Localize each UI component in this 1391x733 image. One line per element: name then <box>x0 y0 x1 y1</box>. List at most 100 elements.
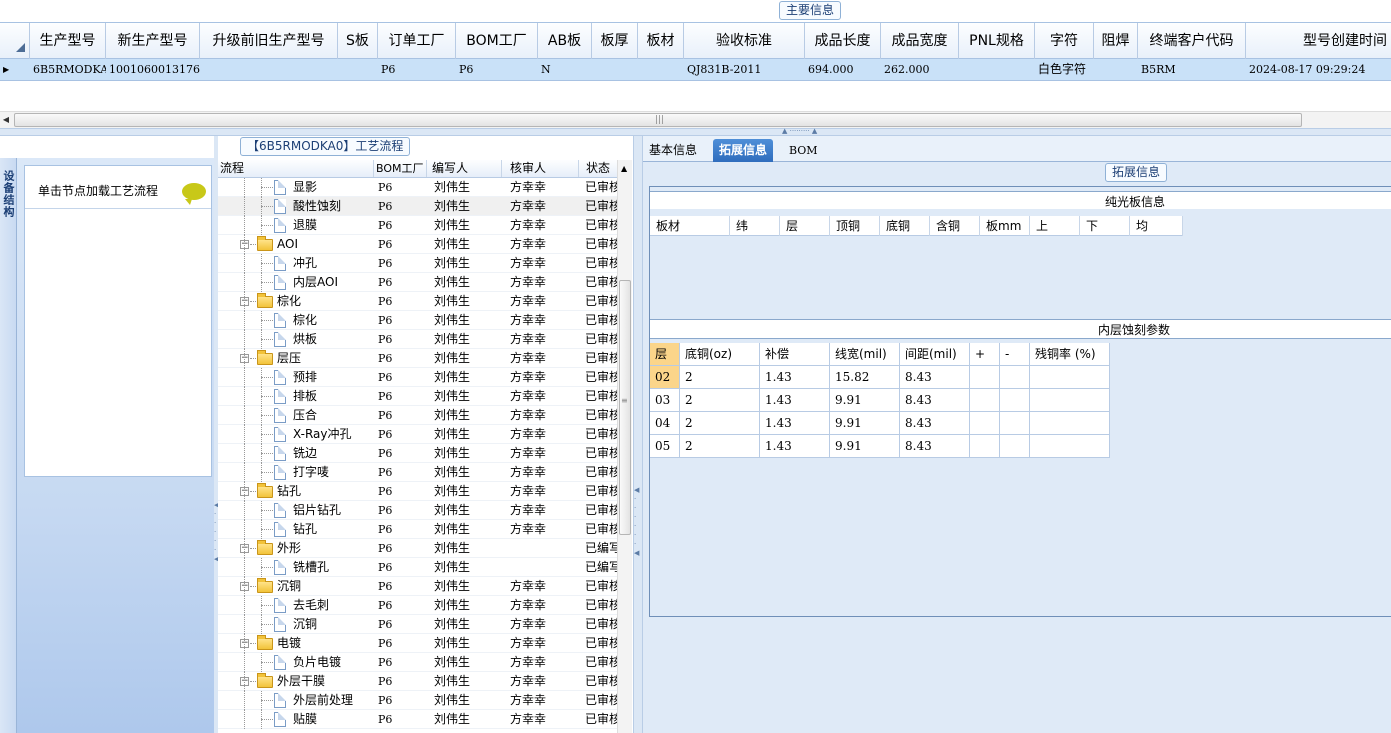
col-header[interactable]: 均 <box>1130 216 1183 236</box>
col-header[interactable]: 状态 <box>579 160 619 177</box>
horizontal-splitter[interactable]: ▲ ········· ▲ <box>0 127 1391 136</box>
tree-folder-row[interactable]: − 钻孔 P6 刘伟生 方幸幸 已审核 <box>218 482 618 501</box>
col-header[interactable]: 板厚 <box>592 23 638 59</box>
process-tree[interactable]: 显影 P6 刘伟生 方幸幸 已审核 酸性蚀刻 P6 刘伟生 方幸幸 已审核 退膜 P6 刘伟生 方幸幸 已审… <box>218 178 618 733</box>
col-header[interactable]: 下 <box>1080 216 1130 236</box>
col-header[interactable]: 生产型号 <box>30 23 106 59</box>
etch-cell-space[interactable]: 8.43 <box>900 435 970 458</box>
tree-folder-row[interactable]: − AOI P6 刘伟生 方幸幸 已审核 <box>218 235 618 254</box>
etch-cell-residual[interactable] <box>1030 389 1110 412</box>
tree-folder-row[interactable]: − 电镀 P6 刘伟生 方幸幸 已审核 <box>218 634 618 653</box>
cell-char[interactable]: 白色字符 <box>1035 59 1094 80</box>
col-header[interactable]: 含铜 <box>930 216 980 236</box>
side-tab-label[interactable]: 设备结构 <box>2 170 15 218</box>
cell-bom-factory[interactable]: P6 <box>456 59 538 80</box>
etch-cell-plus[interactable] <box>970 366 1000 389</box>
cell-thickness[interactable] <box>592 59 638 80</box>
etch-cell-minus[interactable] <box>1000 435 1030 458</box>
scroll-thumb[interactable]: ||| <box>14 113 1302 127</box>
scroll-thumb[interactable]: ≡ <box>619 280 631 535</box>
tree-step-row[interactable]: 排板 P6 刘伟生 方幸幸 已审核 <box>218 387 618 406</box>
etch-cell-minus[interactable] <box>1000 412 1030 435</box>
etch-cell-base[interactable]: 2 <box>680 366 760 389</box>
col-header[interactable]: 线宽(mil) <box>830 343 900 366</box>
etch-cell-space[interactable]: 8.43 <box>900 389 970 412</box>
tree-step-row[interactable]: 外层前处理 P6 刘伟生 方幸幸 已审核 <box>218 691 618 710</box>
tree-step-row[interactable]: 负片电镀 P6 刘伟生 方幸幸 已审核 <box>218 653 618 672</box>
tree-step-row[interactable]: 打字唛 P6 刘伟生 方幸幸 已审核 <box>218 463 618 482</box>
cell-length[interactable]: 694.000 <box>805 59 881 80</box>
scroll-up-icon[interactable]: ▲ <box>621 164 627 173</box>
main-horizontal-scrollbar[interactable]: ◀ ||| <box>0 111 1391 128</box>
etch-cell-plus[interactable] <box>970 412 1000 435</box>
tree-step-row[interactable]: 内层AOI P6 刘伟生 方幸幸 已审核 <box>218 273 618 292</box>
tree-folder-row[interactable]: − 外形 P6 刘伟生 已编写 <box>218 539 618 558</box>
col-header[interactable]: 流程 <box>218 160 374 177</box>
cell-old-model[interactable] <box>200 59 338 80</box>
etch-cell-comp[interactable]: 1.43 <box>760 412 830 435</box>
col-header[interactable]: 板材 <box>638 23 684 59</box>
tree-step-row[interactable]: 去毛刺 P6 刘伟生 方幸幸 已审核 <box>218 596 618 615</box>
tree-vertical-scrollbar[interactable]: ▲ ≡ <box>617 160 632 733</box>
col-header[interactable]: - <box>1000 343 1030 366</box>
tree-step-row[interactable]: 钻孔 P6 刘伟生 方幸幸 已审核 <box>218 520 618 539</box>
col-header[interactable]: 升级前旧生产型号 <box>200 23 338 59</box>
etch-cell-plus[interactable] <box>970 389 1000 412</box>
tree-step-row[interactable]: 酸性蚀刻 P6 刘伟生 方幸幸 已审核 <box>218 197 618 216</box>
etch-cell-layer[interactable]: 03 <box>650 389 680 412</box>
tree-step-row[interactable]: 显影 P6 刘伟生 方幸幸 已审核 <box>218 178 618 197</box>
cell-order-factory[interactable]: P6 <box>378 59 456 80</box>
tree-step-row[interactable]: 贴膜 P6 刘伟生 方幸幸 已审核 <box>218 710 618 729</box>
etch-cell-space[interactable]: 8.43 <box>900 412 970 435</box>
etch-cell-plus[interactable] <box>970 435 1000 458</box>
col-header[interactable]: 板mm <box>980 216 1030 236</box>
cell-standard[interactable]: QJ831B-2011 <box>684 59 805 80</box>
scroll-left-icon[interactable]: ◀ <box>0 113 12 127</box>
col-header[interactable]: 补偿 <box>760 343 830 366</box>
col-header[interactable]: 成品宽度 <box>881 23 959 59</box>
tree-step-row[interactable]: 烘板 P6 刘伟生 方幸幸 已审核 <box>218 330 618 349</box>
cell-width[interactable]: 262.000 <box>881 59 959 80</box>
cell-ab-board[interactable]: N <box>538 59 592 80</box>
etch-cell-layer[interactable]: 02 <box>650 366 680 389</box>
tree-step-row[interactable]: 沉铜 P6 刘伟生 方幸幸 已审核 <box>218 615 618 634</box>
etch-cell-width[interactable]: 9.91 <box>830 389 900 412</box>
tree-step-row[interactable]: 铣槽孔 P6 刘伟生 已编写 <box>218 558 618 577</box>
tree-folder-row[interactable]: − 棕化 P6 刘伟生 方幸幸 已审核 <box>218 292 618 311</box>
tree-step-row[interactable]: 冲孔 P6 刘伟生 方幸幸 已审核 <box>218 254 618 273</box>
col-header[interactable]: AB板 <box>538 23 592 59</box>
tree-step-row[interactable]: 预排 P6 刘伟生 方幸幸 已审核 <box>218 368 618 387</box>
col-header[interactable]: 阻焊 <box>1094 23 1138 59</box>
cell-s-board[interactable] <box>338 59 378 80</box>
etch-cell-minus[interactable] <box>1000 389 1030 412</box>
etch-cell-base[interactable]: 2 <box>680 389 760 412</box>
col-header[interactable]: 上 <box>1030 216 1080 236</box>
etch-cell-minus[interactable] <box>1000 366 1030 389</box>
etch-cell-residual[interactable] <box>1030 366 1110 389</box>
tree-folder-row[interactable]: − 外层干膜 P6 刘伟生 方幸幸 已审核 <box>218 672 618 691</box>
etch-cell-comp[interactable]: 1.43 <box>760 389 830 412</box>
laminate-grid[interactable]: 板材 纬 层 顶铜 底铜 含铜 板mm 上 下 均 <box>650 209 1391 319</box>
tab-extended-info[interactable]: 拓展信息 <box>713 139 774 162</box>
tree-step-row[interactable]: 退膜 P6 刘伟生 方幸幸 已审核 <box>218 216 618 235</box>
col-header[interactable]: 纬 <box>730 216 780 236</box>
col-header[interactable]: 顶铜 <box>830 216 880 236</box>
col-header[interactable]: 间距(mil) <box>900 343 970 366</box>
col-header[interactable]: BOM工厂 <box>374 160 427 177</box>
etch-cell-residual[interactable] <box>1030 435 1110 458</box>
col-header[interactable]: 底铜 <box>880 216 930 236</box>
etch-cell-space[interactable]: 8.43 <box>900 366 970 389</box>
col-header[interactable]: S板 <box>338 23 378 59</box>
col-header[interactable]: 编写人 <box>427 160 502 177</box>
col-header[interactable]: 层 <box>780 216 830 236</box>
etch-cell-layer[interactable]: 05 <box>650 435 680 458</box>
col-header[interactable]: 验收标准 <box>684 23 805 59</box>
cell-pnl[interactable] <box>959 59 1035 80</box>
tree-folder-row[interactable]: − 层压 P6 刘伟生 方幸幸 已审核 <box>218 349 618 368</box>
load-hint[interactable]: 单击节点加载工艺流程 <box>38 182 158 199</box>
col-header[interactable]: + <box>970 343 1000 366</box>
col-header[interactable]: 新生产型号 <box>106 23 200 59</box>
side-tab-strip[interactable]: 设备结构 <box>0 158 17 733</box>
etch-cell-width[interactable]: 9.91 <box>830 435 900 458</box>
tree-folder-row[interactable]: − 沉铜 P6 刘伟生 方幸幸 已审核 <box>218 577 618 596</box>
